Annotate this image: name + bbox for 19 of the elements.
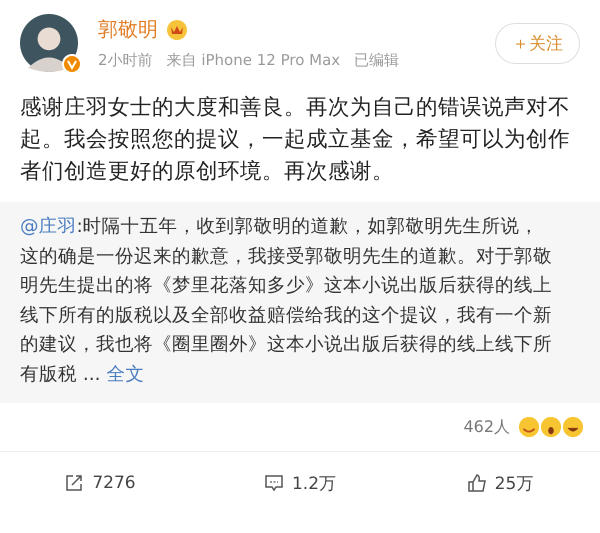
full-text-link[interactable]: 全文 — [106, 364, 144, 384]
emoji-icons[interactable] — [518, 416, 584, 438]
crown-icon — [166, 18, 188, 40]
share-icon[interactable] — [64, 473, 84, 493]
post-text: 感谢庄羽女士的大度和善良。再次为自己的错误说声对不起。我会按照您的提议，一起成立基金，希望可以为创作者们创造更好的原创环境。再次感谢。 — [19, 94, 571, 186]
mention-link[interactable]: @庄羽 — [20, 216, 76, 237]
comment-icon[interactable] — [264, 473, 284, 493]
quoted-text: @庄羽:时隔十五年，收到郭敬明的道歉，如郭敬明先生所说，这的确是一份迟来的歉意，我接受郭敬明先生的道歉。对于郭敬明先生提出的将《梦里花落知多少》这本小说出版后获得的线上线下所有的版税以及全部收益赔偿给我的这个提议，我有一个新的建议，我也将《圈里圈外》这本小说出版后获得的线上线下所有版税 ... 全文 — [20, 215, 553, 386]
post-meta: 2小时前 — [98, 51, 153, 70]
action-count: 1.2万 — [292, 472, 336, 494]
like-icon[interactable] — [466, 473, 487, 493]
action-count: 25万 — [494, 472, 534, 494]
reaction-count: 462人 — [463, 416, 510, 438]
follow-button[interactable]: ＋关注 — [495, 22, 580, 64]
action-count: 7276 — [92, 473, 136, 493]
post-meta: 来自 iPhone 12 Pro Max — [166, 51, 340, 70]
post-meta: 已编辑 — [354, 51, 400, 70]
user-name[interactable]: 郭敬明 — [98, 16, 158, 43]
avatar[interactable] — [20, 14, 78, 72]
